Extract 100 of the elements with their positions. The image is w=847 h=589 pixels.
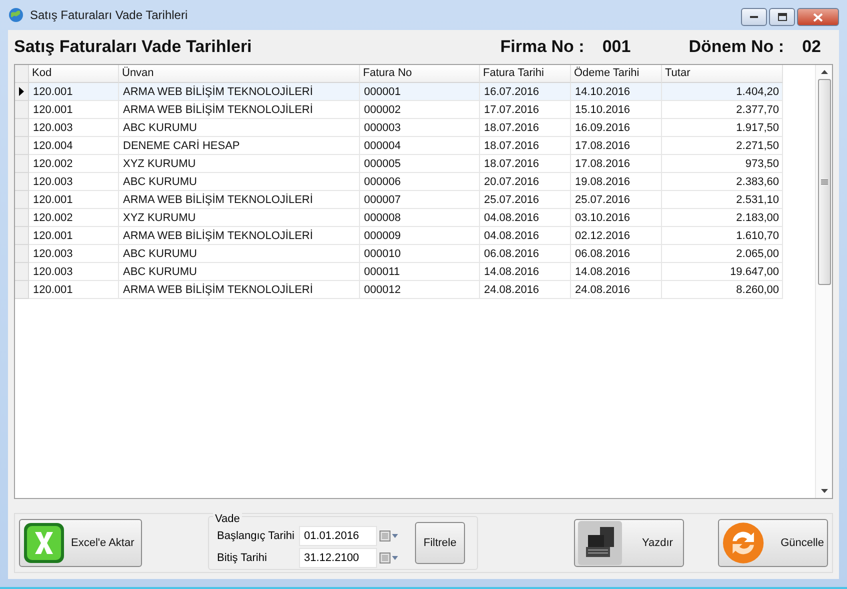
date-field[interactable]: 31.12.2100 bbox=[299, 548, 377, 568]
row-indicator[interactable] bbox=[15, 82, 29, 101]
table-cell: 14.08.2016 bbox=[571, 262, 662, 281]
table-cell: 000006 bbox=[360, 172, 480, 191]
table-cell: 2.377,70 bbox=[662, 100, 783, 119]
firma-label: Firma No : bbox=[500, 36, 584, 57]
table-cell: ARMA WEB BİLİŞİM TEKNOLOJİLERİ bbox=[119, 100, 360, 119]
table-cell: 1.917,50 bbox=[662, 118, 783, 137]
column-header[interactable]: Ödeme Tarihi bbox=[571, 64, 662, 83]
globe-icon bbox=[8, 7, 24, 23]
calendar-dropdown-icon[interactable] bbox=[379, 530, 399, 542]
table-cell: 17.08.2016 bbox=[571, 154, 662, 173]
table-cell: 17.07.2016 bbox=[480, 100, 571, 119]
table-cell: 120.001 bbox=[29, 226, 119, 245]
table-cell: 120.004 bbox=[29, 136, 119, 155]
form-title: Satış Faturaları Vade Tarihleri bbox=[14, 36, 253, 57]
column-header[interactable]: Tutar bbox=[662, 64, 783, 83]
calendar-dropdown-icon[interactable] bbox=[379, 552, 399, 564]
table-cell: 18.07.2016 bbox=[480, 118, 571, 137]
column-header[interactable]: Fatura No bbox=[360, 64, 480, 83]
table-cell: ABC KURUMU bbox=[119, 244, 360, 263]
table-cell: 25.07.2016 bbox=[480, 190, 571, 209]
table-cell: XYZ KURUMU bbox=[119, 208, 360, 227]
table-cell: 16.07.2016 bbox=[480, 82, 571, 101]
table-cell: 14.08.2016 bbox=[480, 262, 571, 281]
table-cell: 24.08.2016 bbox=[571, 280, 662, 299]
field-label: Bitiş Tarihi bbox=[217, 552, 268, 564]
table-cell: 973,50 bbox=[662, 154, 783, 173]
field-label: Başlangıç Tarihi bbox=[217, 530, 296, 542]
printer-icon bbox=[578, 521, 622, 566]
table-cell: 03.10.2016 bbox=[571, 208, 662, 227]
table-cell: 1.404,20 bbox=[662, 82, 783, 101]
table-cell: ARMA WEB BİLİŞİM TEKNOLOJİLERİ bbox=[119, 226, 360, 245]
table-cell: 000009 bbox=[360, 226, 480, 245]
excel-export-button[interactable]: Excel'e Aktar bbox=[19, 519, 142, 568]
table-cell: 2.271,50 bbox=[662, 136, 783, 155]
column-header[interactable]: Ünvan bbox=[119, 64, 360, 83]
donem-label: Dönem No : bbox=[688, 36, 784, 57]
table-cell: ABC KURUMU bbox=[119, 262, 360, 281]
table-cell: 04.08.2016 bbox=[480, 226, 571, 245]
minimize-button[interactable] bbox=[741, 8, 767, 26]
refresh-button[interactable]: Güncelle bbox=[718, 519, 828, 568]
table-cell: 1.610,70 bbox=[662, 226, 783, 245]
table-cell: 06.08.2016 bbox=[571, 244, 662, 263]
table-cell: 18.07.2016 bbox=[480, 154, 571, 173]
table-cell: 02.12.2016 bbox=[571, 226, 662, 245]
table-cell: 120.003 bbox=[29, 172, 119, 191]
table-cell: 24.08.2016 bbox=[480, 280, 571, 299]
spreadsheet-icon bbox=[23, 522, 65, 564]
firma-value: 001 bbox=[602, 36, 631, 57]
table-cell: 120.002 bbox=[29, 154, 119, 173]
table-cell: 17.08.2016 bbox=[571, 136, 662, 155]
table-cell: 2.065,00 bbox=[662, 244, 783, 263]
table-cell: 2.183,00 bbox=[662, 208, 783, 227]
current-row-icon bbox=[19, 86, 24, 96]
table-cell: 8.260,00 bbox=[662, 280, 783, 299]
table-cell: 2.531,10 bbox=[662, 190, 783, 209]
table-cell: 120.003 bbox=[29, 244, 119, 263]
filter-button[interactable]: Filtrele bbox=[415, 522, 465, 564]
table-cell: 120.003 bbox=[29, 118, 119, 137]
scrollbar-thumb[interactable] bbox=[818, 78, 830, 285]
maximize-button[interactable] bbox=[769, 8, 795, 26]
table-cell: 15.10.2016 bbox=[571, 100, 662, 119]
table-cell: 16.09.2016 bbox=[571, 118, 662, 137]
table-cell: XYZ KURUMU bbox=[119, 154, 360, 173]
table-cell: 19.08.2016 bbox=[571, 172, 662, 191]
table-cell: DENEME CARİ HESAP bbox=[119, 136, 360, 155]
column-header[interactable]: Kod bbox=[29, 64, 119, 83]
table-cell: 000001 bbox=[360, 82, 480, 101]
table-cell: 25.07.2016 bbox=[571, 190, 662, 209]
table-cell: 19.647,00 bbox=[662, 262, 783, 281]
table-cell: 000011 bbox=[360, 262, 480, 281]
maximize-icon bbox=[778, 13, 786, 21]
column-header[interactable]: Fatura Tarihi bbox=[480, 64, 571, 83]
table-cell: ARMA WEB BİLİŞİM TEKNOLOJİLERİ bbox=[119, 190, 360, 209]
table-cell: 120.001 bbox=[29, 100, 119, 119]
table-cell: 000012 bbox=[360, 280, 480, 299]
table-cell: 120.003 bbox=[29, 262, 119, 281]
table-cell: ABC KURUMU bbox=[119, 172, 360, 191]
date-field[interactable]: 01.01.2016 bbox=[299, 526, 377, 546]
table-cell: 2.383,60 bbox=[662, 172, 783, 191]
table-cell: 000010 bbox=[360, 244, 480, 263]
table-cell: ARMA WEB BİLİŞİM TEKNOLOJİLERİ bbox=[119, 280, 360, 299]
donem-value: 02 bbox=[802, 36, 821, 57]
header-corner bbox=[15, 64, 29, 83]
close-icon bbox=[813, 12, 823, 22]
table-cell: 20.07.2016 bbox=[480, 172, 571, 191]
table-cell: 000003 bbox=[360, 118, 480, 137]
table-cell: 000005 bbox=[360, 154, 480, 173]
table-cell: 14.10.2016 bbox=[571, 82, 662, 101]
refresh-icon bbox=[722, 521, 765, 566]
print-button[interactable]: Yazdır bbox=[574, 519, 684, 568]
table-cell: 18.07.2016 bbox=[480, 136, 571, 155]
group-title: Vade bbox=[213, 513, 242, 526]
window-title: Satış Faturaları Vade Tarihleri bbox=[30, 8, 188, 22]
table-cell: 04.08.2016 bbox=[480, 208, 571, 227]
close-button[interactable] bbox=[797, 8, 839, 26]
minimize-icon bbox=[750, 15, 758, 19]
table-cell: 000004 bbox=[360, 136, 480, 155]
table-cell: ABC KURUMU bbox=[119, 118, 360, 137]
